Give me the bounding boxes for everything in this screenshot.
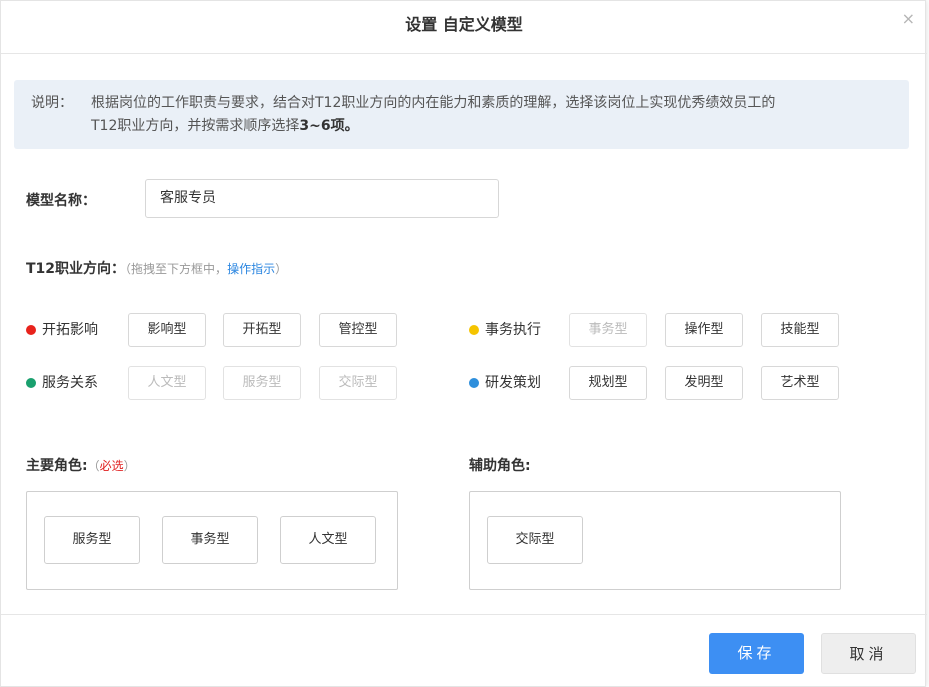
group-expand-influence: 开拓影响 影响型 开拓型 管控型	[26, 313, 406, 347]
group-dot-icon	[469, 378, 479, 388]
close-icon[interactable]: ×	[902, 9, 915, 28]
direction-hint: （拖拽至下方框中，操作指示）	[125, 262, 287, 276]
secondary-role-dropzone[interactable]: 交际型	[469, 491, 841, 590]
cancel-button[interactable]: 取消	[821, 633, 916, 674]
tag-art[interactable]: 艺术型	[761, 366, 839, 400]
group-service-relation: 服务关系 人文型 服务型 交际型	[26, 366, 406, 400]
tag-operation[interactable]: 操作型	[665, 313, 743, 347]
direction-label-row: T12职业方向：（拖拽至下方框中，操作指示）	[26, 258, 287, 278]
note-line-2: T12职业方向，并按需求顺序选择3~6项。	[91, 115, 359, 138]
primary-hint-close: ）	[123, 459, 136, 473]
group-affairs-execution: 事务执行 事务型 操作型 技能型	[469, 313, 849, 347]
group-dot-icon	[26, 378, 36, 388]
tag-planning[interactable]: 规划型	[569, 366, 647, 400]
dialog-footer: 保存 取消	[1, 614, 927, 687]
group-name: 研发策划	[485, 375, 541, 391]
note-line-1: 根据岗位的工作职责与要求，结合对T12职业方向的内在能力和素质的理解，选择该岗位…	[91, 95, 776, 111]
note-count-emphasis: 3~6项。	[299, 118, 359, 134]
operation-guide-link[interactable]: 操作指示	[227, 262, 275, 276]
save-button[interactable]: 保存	[709, 633, 804, 674]
model-name-input[interactable]: 客服专员	[145, 179, 499, 218]
direction-hint-close: ）	[275, 262, 288, 276]
tag-control[interactable]: 管控型	[319, 313, 397, 347]
required-mark: 必选	[99, 459, 124, 473]
direction-hint-open: （拖拽至下方框中，	[125, 262, 228, 276]
dialog-title: 设置 自定义模型	[405, 15, 523, 34]
group-dot-icon	[469, 325, 479, 335]
dialog-header: 设置 自定义模型 ×	[1, 1, 927, 54]
primary-role-dropzone[interactable]: 服务型 事务型 人文型	[26, 491, 398, 590]
tag-influence[interactable]: 影响型	[128, 313, 206, 347]
tag-affairs: 事务型	[569, 313, 647, 347]
group-name: 开拓影响	[42, 322, 98, 338]
tag-service: 服务型	[223, 366, 301, 400]
secondary-chip[interactable]: 交际型	[487, 516, 583, 564]
primary-role-label: 主要角色:	[26, 458, 88, 474]
custom-model-dialog: 设置 自定义模型 × 说明： 根据岗位的工作职责与要求，结合对T12职业方向的内…	[0, 0, 927, 687]
tag-skill[interactable]: 技能型	[761, 313, 839, 347]
model-name-label: 模型名称：	[26, 193, 96, 209]
group-name: 事务执行	[485, 322, 541, 338]
tag-humanities: 人文型	[128, 366, 206, 400]
group-dot-icon	[26, 325, 36, 335]
primary-role-label-row: 主要角色:（必选）	[26, 455, 136, 475]
primary-hint-open: （	[87, 459, 100, 473]
tag-pioneer[interactable]: 开拓型	[223, 313, 301, 347]
primary-chip[interactable]: 人文型	[280, 516, 376, 564]
tag-social: 交际型	[319, 366, 397, 400]
note-label: 说明：	[31, 95, 73, 111]
direction-label: T12职业方向：	[26, 261, 126, 277]
secondary-role-label: 辅助角色:	[469, 458, 531, 474]
note-line-2-text: T12职业方向，并按需求顺序选择	[91, 118, 300, 134]
instruction-note: 说明： 根据岗位的工作职责与要求，结合对T12职业方向的内在能力和素质的理解，选…	[14, 80, 909, 149]
primary-role-hint: （必选）	[88, 459, 136, 473]
primary-chip[interactable]: 事务型	[162, 516, 258, 564]
group-rd-planning: 研发策划 规划型 发明型 艺术型	[469, 366, 849, 400]
tag-invention[interactable]: 发明型	[665, 366, 743, 400]
group-name: 服务关系	[42, 375, 98, 391]
primary-chip[interactable]: 服务型	[44, 516, 140, 564]
